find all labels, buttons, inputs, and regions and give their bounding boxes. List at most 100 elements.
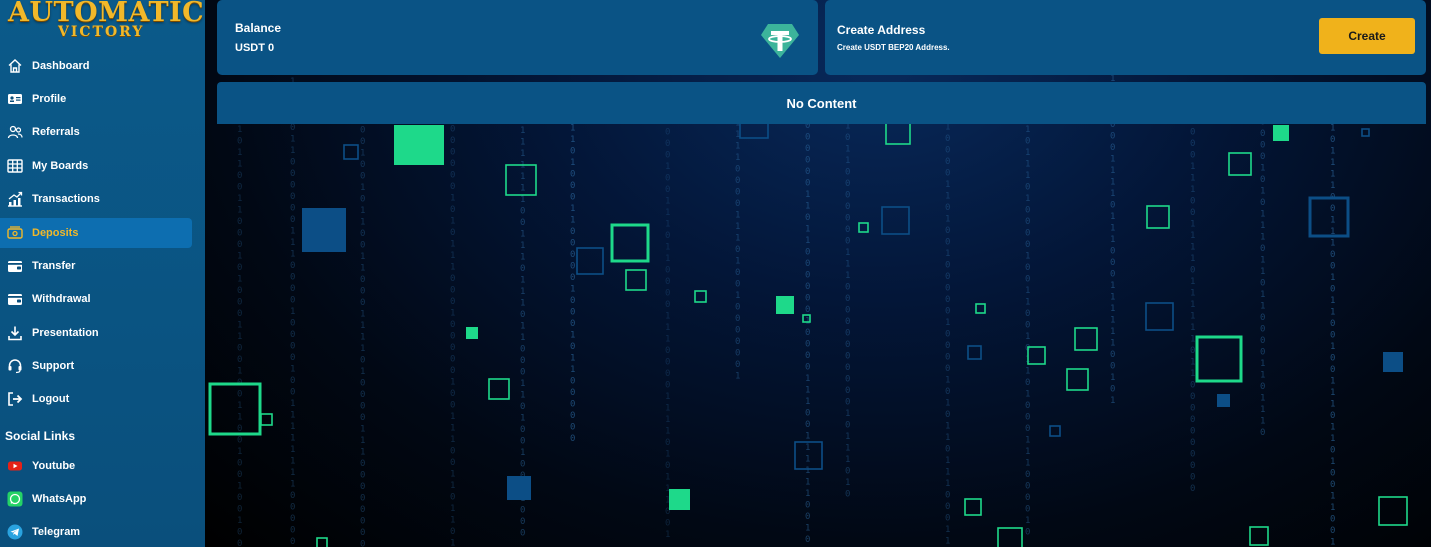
svg-text:1: 1 (290, 468, 295, 478)
svg-text:0: 0 (845, 237, 850, 247)
svg-text:1: 1 (1190, 289, 1195, 299)
svg-text:1: 1 (290, 399, 295, 409)
svg-text:1: 1 (450, 309, 455, 319)
svg-text:1: 1 (450, 539, 455, 547)
svg-text:0: 0 (805, 512, 810, 522)
svg-text:0: 0 (360, 413, 365, 423)
svg-text:0: 0 (1260, 336, 1265, 346)
svg-text:1: 1 (520, 138, 525, 148)
svg-text:0: 0 (1260, 244, 1265, 254)
svg-text:0: 0 (360, 160, 365, 170)
svg-text:0: 0 (945, 341, 950, 351)
sidebar-item-transfer[interactable]: Transfer (0, 251, 192, 281)
balance-title: Balance (235, 21, 282, 35)
sidebar-item-transactions[interactable]: Transactions (0, 184, 192, 214)
svg-text:1: 1 (1330, 503, 1335, 513)
svg-text:1: 1 (570, 135, 575, 145)
svg-text:1: 1 (945, 456, 950, 466)
svg-text:1: 1 (1260, 210, 1265, 220)
sidebar: AUTOMATIC VICTORY Dashboard Profile Refe… (0, 0, 205, 547)
svg-text:1: 1 (360, 436, 365, 446)
svg-text:1: 1 (360, 310, 365, 320)
logo[interactable]: AUTOMATIC VICTORY (0, 0, 205, 44)
svg-text:1: 1 (290, 480, 295, 490)
create-button[interactable]: Create (1319, 18, 1415, 54)
svg-text:0: 0 (290, 215, 295, 225)
svg-text:0: 0 (665, 461, 670, 471)
svg-text:0: 0 (237, 309, 242, 319)
svg-text:0: 0 (237, 183, 242, 193)
svg-text:0: 0 (1330, 480, 1335, 490)
svg-text:1: 1 (360, 149, 365, 159)
svg-text:1: 1 (845, 432, 850, 442)
svg-text:1: 1 (945, 318, 950, 328)
svg-text:0: 0 (945, 387, 950, 397)
svg-text:0: 0 (237, 493, 242, 503)
svg-text:0: 0 (1190, 415, 1195, 425)
sidebar-item-logout[interactable]: Logout (0, 384, 192, 414)
svg-text:0: 0 (450, 136, 455, 146)
svg-text:0: 0 (845, 168, 850, 178)
svg-text:1: 1 (450, 240, 455, 250)
svg-text:1: 1 (665, 427, 670, 437)
social-link-telegram[interactable]: Telegram (0, 517, 192, 547)
svg-text:0: 0 (237, 528, 242, 538)
social-link-whatsapp[interactable]: WhatsApp (0, 484, 192, 514)
sidebar-item-withdrawal[interactable]: Withdrawal (0, 284, 192, 314)
svg-text:1: 1 (520, 391, 525, 401)
svg-text:1: 1 (845, 260, 850, 270)
svg-text:1: 1 (520, 253, 525, 263)
sidebar-item-dashboard[interactable]: Dashboard (0, 51, 192, 81)
svg-text:1: 1 (1110, 281, 1115, 291)
svg-text:0: 0 (450, 148, 455, 158)
svg-text:1: 1 (237, 413, 242, 423)
svg-text:1: 1 (735, 153, 740, 163)
main-content: 0010110011000101000110010011001001001001… (205, 0, 1431, 547)
sidebar-item-my-boards[interactable]: My Boards (0, 151, 192, 181)
svg-text:1: 1 (1110, 396, 1115, 406)
svg-text:0: 0 (290, 491, 295, 501)
svg-text:0: 0 (1330, 135, 1335, 145)
svg-text:0: 0 (290, 537, 295, 547)
svg-text:1: 1 (520, 241, 525, 251)
social-link-youtube[interactable]: Youtube (0, 451, 192, 481)
svg-text:1: 1 (1260, 267, 1265, 277)
svg-text:1: 1 (237, 252, 242, 262)
svg-text:1: 1 (520, 299, 525, 309)
svg-text:0: 0 (570, 308, 575, 318)
svg-text:0: 0 (570, 193, 575, 203)
svg-text:1: 1 (1260, 290, 1265, 300)
svg-text:1: 1 (1025, 367, 1030, 377)
svg-text:0: 0 (845, 329, 850, 339)
svg-text:0: 0 (570, 342, 575, 352)
svg-text:0: 0 (1330, 469, 1335, 479)
sidebar-item-profile[interactable]: Profile (0, 84, 192, 114)
svg-text:1: 1 (665, 335, 670, 345)
svg-text:1: 1 (520, 126, 525, 136)
svg-text:0: 0 (520, 218, 525, 228)
svg-text:1: 1 (805, 455, 810, 465)
svg-text:1: 1 (1260, 394, 1265, 404)
sidebar-item-support[interactable]: Support (0, 351, 192, 381)
svg-text:1: 1 (665, 243, 670, 253)
create-address-subtitle: Create USDT BEP20 Address. (837, 43, 950, 52)
svg-text:1: 1 (945, 525, 950, 535)
social-links-heading: Social Links (5, 429, 76, 443)
svg-text:1: 1 (945, 192, 950, 202)
svg-text:1: 1 (290, 307, 295, 317)
sidebar-item-referrals[interactable]: Referrals (0, 117, 192, 147)
svg-text:1: 1 (1330, 181, 1335, 191)
svg-text:0: 0 (945, 491, 950, 501)
svg-text:0: 0 (945, 364, 950, 374)
svg-text:1: 1 (450, 412, 455, 422)
svg-text:0: 0 (805, 535, 810, 545)
svg-text:1: 1 (570, 331, 575, 341)
svg-text:0: 0 (1190, 346, 1195, 356)
svg-text:0: 0 (1330, 446, 1335, 456)
sidebar-item-presentation[interactable]: Presentation (0, 318, 192, 348)
sidebar-item-deposits[interactable]: Deposits (0, 218, 192, 248)
svg-text:1: 1 (1330, 423, 1335, 433)
svg-text:0: 0 (1025, 482, 1030, 492)
svg-text:0: 0 (360, 528, 365, 538)
svg-text:0: 0 (665, 519, 670, 529)
